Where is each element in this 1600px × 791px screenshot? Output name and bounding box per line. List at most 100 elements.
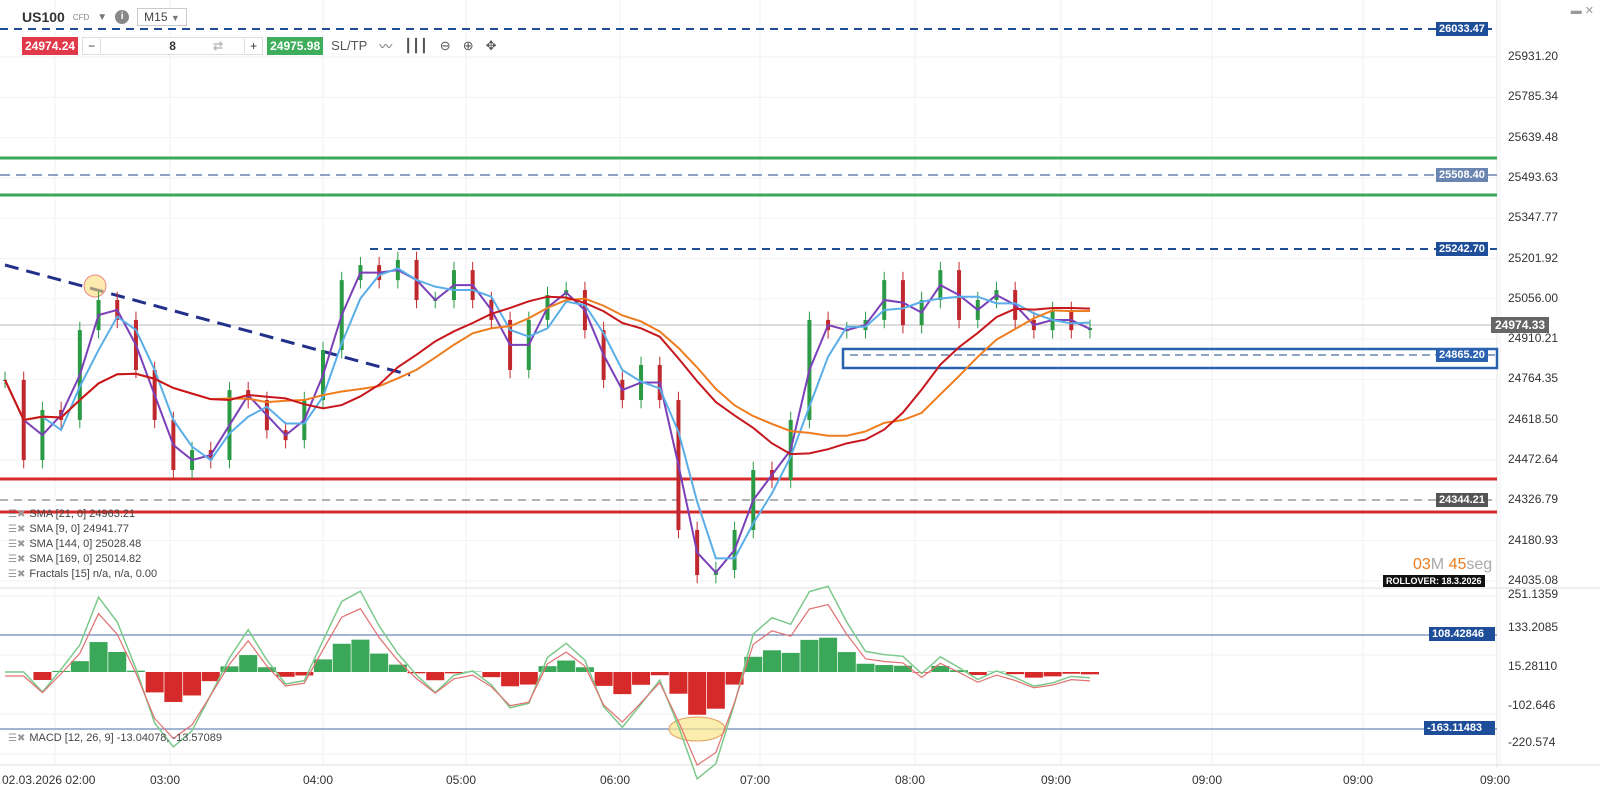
indicator-legend-item[interactable]: ☰✖ SMA [144, 0] 25028.48 xyxy=(8,538,141,550)
sltp-button[interactable]: SL/TP xyxy=(327,38,371,53)
trade-bar: 24974.24 − 8 ⇄ + 24975.98 SL/TP 〰 ┃┃┃ ⊖ ⊕… xyxy=(22,36,501,55)
macd-histogram-bar xyxy=(482,672,501,678)
move-icon[interactable]: ✥ xyxy=(482,38,501,54)
macd-histogram-bar xyxy=(819,637,838,672)
macd-histogram-bar xyxy=(33,672,52,680)
macd-histogram-bar xyxy=(968,672,987,675)
indicator-label: SMA [169, 0] 25014.82 xyxy=(29,553,142,565)
highlight-circle xyxy=(83,274,107,298)
macd-histogram-bar xyxy=(1081,672,1099,675)
price-axis-label: 25347.77 xyxy=(1508,210,1559,225)
indicator-label: SMA [144, 0] 25028.48 xyxy=(29,538,142,550)
macd-axis-label: -102.646 xyxy=(1508,698,1556,712)
time-axis-label: 05:00 xyxy=(446,773,477,787)
rollover-badge: ROLLOVER: 18.3.2026 xyxy=(1383,575,1485,587)
macd-legend[interactable]: ☰✖ MACD [12, 26, 9] -13.04078, -13.57089 xyxy=(8,732,222,744)
price-axis-label: 25201.92 xyxy=(1508,250,1559,265)
settings-icon[interactable]: ☰✖ xyxy=(8,524,25,535)
countdown: 03M 45seg xyxy=(1413,556,1492,574)
symbol-dropdown-icon[interactable]: ▼ xyxy=(97,12,107,23)
indicator-label: SMA [9, 0] 24941.77 xyxy=(29,523,130,535)
macd-histogram-bar xyxy=(837,652,856,672)
quantity-stepper[interactable]: − 8 ⇄ + xyxy=(82,36,264,55)
macd-histogram-bar xyxy=(108,652,127,672)
indicator-legend-item[interactable]: ☰✖ SMA [169, 0] 25014.82 xyxy=(8,553,141,565)
settings-icon[interactable]: ☰✖ xyxy=(8,539,25,550)
macd-axis-label: 133.2085 xyxy=(1508,620,1559,634)
swap-icon[interactable]: ⇄ xyxy=(208,39,228,53)
time-axis-label: 06:00 xyxy=(600,773,631,787)
settings-icon[interactable]: ☰✖ xyxy=(8,569,25,580)
window-controls: ▬ ✕ xyxy=(1571,4,1594,17)
macd-histogram-bar xyxy=(781,652,800,672)
level-tag-resistance[interactable]: 25242.70 xyxy=(1436,242,1488,256)
time-axis-label: 09:00 xyxy=(1041,773,1072,787)
price-axis-label: 25639.48 xyxy=(1508,129,1559,144)
macd-histogram-bar xyxy=(519,672,538,685)
sell-button[interactable]: 24974.24 xyxy=(22,36,79,55)
macd-histogram-bar xyxy=(688,672,707,715)
decrease-button[interactable]: − xyxy=(83,39,100,53)
macd-highlight xyxy=(668,716,726,742)
macd-histogram-bar xyxy=(370,653,389,672)
info-icon[interactable]: i xyxy=(115,10,130,24)
macd-histogram-bar xyxy=(1062,672,1081,674)
settings-icon[interactable]: ☰✖ xyxy=(8,733,25,744)
macd-histogram-bar xyxy=(501,672,520,687)
quantity-value: 8 xyxy=(169,38,176,53)
macd-histogram-bar xyxy=(1006,672,1025,675)
macd-histogram-bar xyxy=(70,661,89,672)
indicator-legend-item[interactable]: ☰✖ SMA [9, 0] 24941.77 xyxy=(8,523,129,535)
price-axis-label: 24618.50 xyxy=(1508,411,1559,426)
timeframe-select[interactable]: M15 ▼ xyxy=(137,8,187,26)
macd-histogram-bar xyxy=(52,670,71,672)
macd-histogram-bar xyxy=(145,672,164,693)
indicator-legend-item[interactable]: ☰✖ SMA [21, 0] 24963.21 xyxy=(8,508,135,520)
macd-histogram-bar xyxy=(669,672,688,694)
indicator-legend-item[interactable]: ☰✖ Fractals [15] n/a, n/a, 0.00 xyxy=(8,568,157,580)
macd-axis-label: -220.574 xyxy=(1508,735,1556,749)
time-axis-label: 08:00 xyxy=(895,773,926,787)
macd-tag-high[interactable]: 108.42846 xyxy=(1429,627,1495,641)
level-tag-top[interactable]: 26033.47 xyxy=(1436,22,1488,36)
macd-histogram-bar xyxy=(706,672,725,709)
current-price-tag: 24974.33 xyxy=(1491,317,1550,333)
macd-histogram-bar xyxy=(613,672,632,695)
timeframe-value: M15 xyxy=(144,10,168,24)
zoom-in-icon[interactable]: ⊕ xyxy=(459,38,478,54)
macd-histogram-bar xyxy=(557,660,576,672)
close-icon[interactable]: ✕ xyxy=(1585,5,1594,17)
buy-button[interactable]: 24975.98 xyxy=(267,36,324,55)
macd-tag-low[interactable]: -163.11483 xyxy=(1424,721,1495,735)
settings-icon[interactable]: ☰✖ xyxy=(8,554,25,565)
price-axis-label: 24035.08 xyxy=(1508,572,1559,587)
line-chart-icon[interactable]: 〰 xyxy=(375,36,396,55)
macd-legend-label: MACD [12, 26, 9] -13.04078, -13.57089 xyxy=(29,732,222,744)
time-axis-label: 09:00 xyxy=(1343,773,1374,787)
settings-icon[interactable]: ☰✖ xyxy=(8,509,25,520)
macd-histogram-bar xyxy=(332,643,351,672)
time-axis-label: 09:00 xyxy=(1192,773,1223,787)
symbol-name[interactable]: US100 xyxy=(22,9,65,25)
macd-histogram-bar xyxy=(1024,672,1043,678)
macd-histogram-bar xyxy=(800,639,819,672)
minimize-icon[interactable]: ▬ xyxy=(1571,5,1582,17)
level-tag-zone[interactable]: 25508.40 xyxy=(1436,168,1488,182)
macd-histogram-bar xyxy=(856,663,875,672)
macd-histogram-bar xyxy=(594,672,613,686)
quantity-input[interactable]: 8 ⇄ xyxy=(100,38,246,53)
macd-histogram-bar xyxy=(650,672,669,676)
macd-histogram-bar xyxy=(201,672,220,682)
macd-histogram-bar xyxy=(1043,672,1062,677)
macd-histogram-bar xyxy=(893,665,912,672)
price-chart[interactable] xyxy=(0,0,1600,791)
increase-button[interactable]: + xyxy=(245,39,262,53)
time-axis-label: 03:00 xyxy=(150,773,181,787)
time-axis-label: 04:00 xyxy=(303,773,334,787)
candles-icon[interactable]: ┃┃┃ xyxy=(400,38,431,54)
trendline xyxy=(4,263,411,377)
level-tag-support[interactable]: 24865.20 xyxy=(1436,348,1488,362)
zoom-out-icon[interactable]: ⊖ xyxy=(436,38,455,54)
time-axis-label: 02.03.2026 02:00 xyxy=(2,773,96,787)
level-tag-lower[interactable]: 24344.21 xyxy=(1436,493,1488,507)
